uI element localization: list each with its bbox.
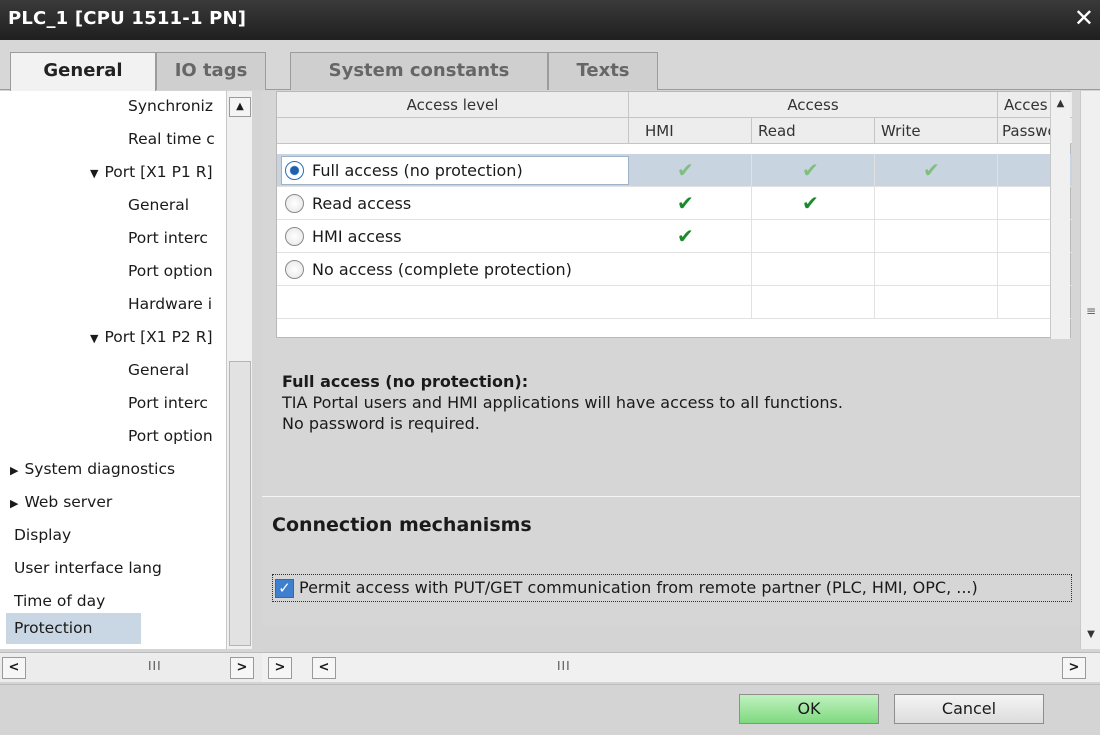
tab-bar: General IO tags System constants Texts — [0, 40, 1100, 91]
nav-item-display[interactable]: Display — [14, 520, 71, 551]
nav-item-hardware-identifier[interactable]: Hardware i — [128, 289, 212, 320]
row-label: Full access (no protection) — [312, 161, 523, 180]
scroll-thumb[interactable] — [229, 361, 251, 646]
nav-item-label: Web server — [24, 493, 113, 511]
nav-item-label: System diagnostics — [24, 460, 176, 478]
table-subheader-row: HMI Read Write Passwc — [277, 118, 1072, 144]
nav-item-port-interconnection[interactable]: Port interc — [128, 223, 208, 254]
title-bar: PLC_1 [CPU 1511-1 PN] ✕ — [0, 0, 1100, 40]
scroll-grip-icon[interactable]: ≡ — [1084, 291, 1098, 331]
access-description: Full access (no protection): TIA Portal … — [282, 371, 843, 434]
protection-panel: Access level Access Acces HMI Read Write… — [262, 91, 1080, 626]
collapsed-arrow-icon[interactable]: ▶ — [10, 455, 18, 486]
header-write: Write — [875, 118, 998, 144]
nav-item-synchronization[interactable]: Synchroniz — [128, 91, 213, 122]
scroll-grip-icon[interactable]: III — [557, 659, 571, 673]
scroll-left-icon[interactable]: < — [312, 657, 336, 679]
header-blank — [277, 118, 629, 144]
table-header-row: Access level Access Acces — [277, 92, 1072, 118]
radio-full-access[interactable] — [285, 161, 304, 180]
check-icon: ✔ — [923, 158, 940, 182]
scroll-left-icon[interactable]: < — [2, 657, 26, 679]
row-label: No access (complete protection) — [312, 260, 572, 279]
header-access-level: Access level — [277, 92, 629, 118]
nav-item-web-server[interactable]: ▶ Web server — [10, 487, 112, 518]
nav-item-general-2[interactable]: General — [128, 355, 189, 386]
permit-put-get-option[interactable]: ✓ Permit access with PUT/GET communicati… — [272, 574, 1072, 602]
scroll-right-icon[interactable]: > — [230, 657, 254, 679]
scroll-right-icon[interactable]: > — [1062, 657, 1086, 679]
table-row[interactable]: Read access ✔ ✔ — [277, 187, 1072, 220]
nav-item-port-options[interactable]: Port option — [128, 256, 213, 287]
tab-system-constants[interactable]: System constants — [290, 52, 548, 90]
header-hmi: HMI — [629, 118, 752, 144]
scroll-grip-icon[interactable]: III — [148, 659, 162, 673]
scroll-up-icon[interactable]: ▲ — [1053, 95, 1068, 113]
nav-item-real-time[interactable]: Real time c — [128, 124, 215, 155]
close-icon[interactable]: ✕ — [1074, 4, 1094, 32]
dialog-footer: OK Cancel — [0, 684, 1100, 735]
check-icon: ✔ — [802, 191, 819, 215]
expanded-arrow-icon[interactable]: ▼ — [90, 158, 98, 189]
nav-item-general[interactable]: General — [128, 190, 189, 221]
table-vertical-scrollbar[interactable]: ▲ — [1050, 92, 1070, 339]
header-password: Passwc — [1002, 122, 1052, 140]
check-icon: ✔ — [802, 158, 819, 182]
ok-button[interactable]: OK — [739, 694, 879, 724]
check-icon: ✔ — [677, 191, 694, 215]
table-row-empty — [277, 286, 1072, 319]
navigation-tree: Synchroniz Real time c ▼ Port [X1 P1 R] G… — [0, 91, 226, 649]
tab-texts[interactable]: Texts — [548, 52, 658, 90]
cancel-button[interactable]: Cancel — [894, 694, 1044, 724]
nav-item-port-interconnection-2[interactable]: Port interc — [128, 388, 208, 419]
window-title: PLC_1 [CPU 1511-1 PN] — [8, 8, 247, 29]
nav-item-user-interface-languages[interactable]: User interface lang — [14, 553, 162, 584]
row-label: HMI access — [312, 227, 402, 246]
nav-item-label: Port [X1 P2 R] — [104, 328, 213, 346]
access-level-table: Access level Access Acces HMI Read Write… — [276, 91, 1072, 339]
nav-item-system-diagnostics[interactable]: ▶ System diagnostics — [10, 454, 175, 485]
description-line: TIA Portal users and HMI applications wi… — [282, 393, 843, 412]
row-label: Read access — [312, 194, 412, 213]
expanded-arrow-icon[interactable]: ▼ — [90, 323, 98, 354]
nav-item-port-x1-p1[interactable]: ▼ Port [X1 P1 R] — [90, 157, 213, 188]
radio-no-access[interactable] — [285, 260, 304, 279]
table-row[interactable]: HMI access ✔ — [277, 220, 1072, 253]
collapsed-arrow-icon[interactable]: ▶ — [10, 488, 18, 519]
check-icon: ✔ — [677, 224, 694, 248]
description-line: No password is required. — [282, 414, 480, 433]
nav-item-port-options-2[interactable]: Port option — [128, 421, 213, 452]
scroll-down-icon[interactable]: ▼ — [1084, 629, 1098, 645]
panel-horizontal-scrollbar[interactable]: > < III > — [262, 652, 1100, 682]
radio-read-access[interactable] — [285, 194, 304, 213]
table-row[interactable]: No access (complete protection) — [277, 253, 1072, 286]
tab-io-tags[interactable]: IO tags — [156, 52, 266, 90]
scroll-right-icon[interactable]: > — [268, 657, 292, 679]
divider — [262, 496, 1080, 497]
header-access: Access — [629, 92, 998, 118]
description-title: Full access (no protection): — [282, 372, 529, 391]
nav-item-port-x1-p2[interactable]: ▼ Port [X1 P2 R] — [90, 322, 213, 353]
radio-hmi-access[interactable] — [285, 227, 304, 246]
nav-item-protection[interactable]: Protection — [6, 613, 141, 644]
permit-put-get-label[interactable]: Permit access with PUT/GET communication… — [299, 578, 978, 597]
scroll-up-icon[interactable]: ▲ — [229, 97, 251, 117]
checkbox-checked-icon[interactable]: ✓ — [275, 579, 294, 598]
section-title-connection-mechanisms: Connection mechanisms — [272, 514, 532, 536]
nav-vertical-scrollbar[interactable]: ▲ — [226, 91, 252, 649]
tab-general[interactable]: General — [10, 52, 156, 91]
table-row[interactable]: Full access (no protection) ✔ ✔ ✔ — [277, 154, 1072, 187]
check-icon: ✔ — [677, 158, 694, 182]
header-read: Read — [752, 118, 875, 144]
nav-horizontal-scrollbar[interactable]: < III > — [0, 652, 262, 682]
nav-item-label: Port [X1 P1 R] — [104, 163, 213, 181]
header-access-cut: Acces — [1004, 96, 1048, 114]
panel-vertical-scrollbar[interactable]: ≡ ▼ — [1080, 91, 1100, 649]
